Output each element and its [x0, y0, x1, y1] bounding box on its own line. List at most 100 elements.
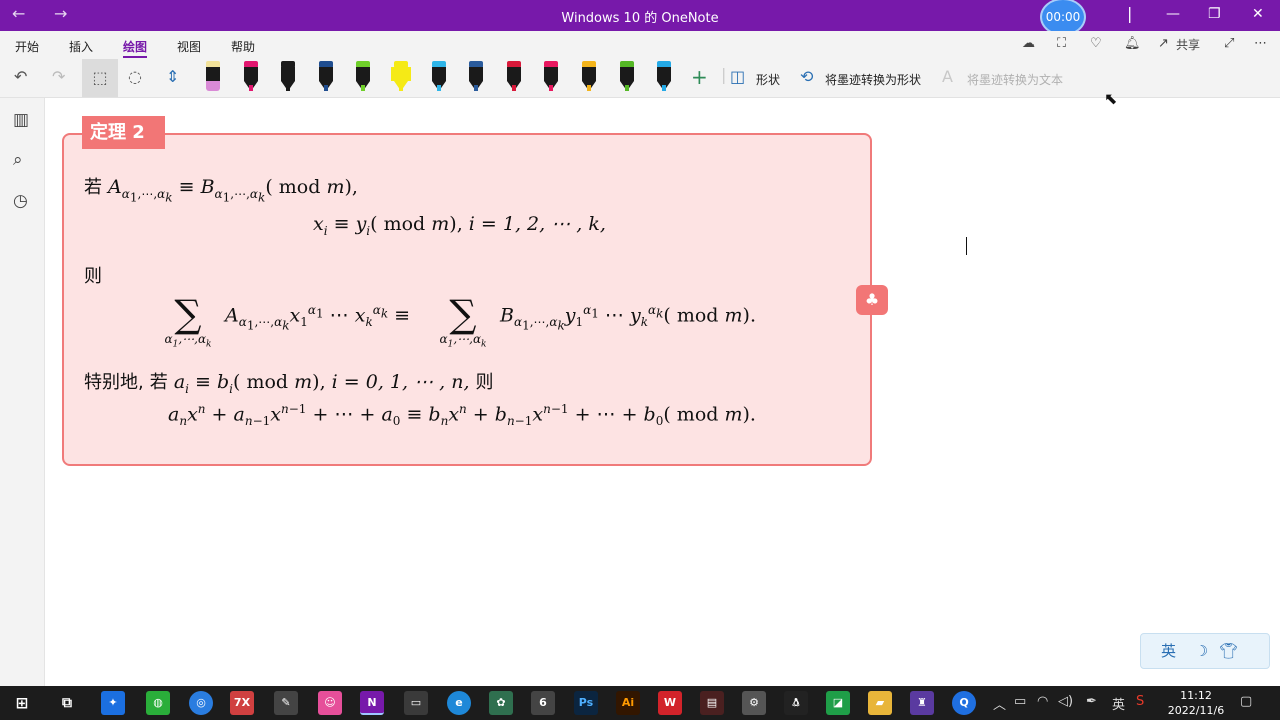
lasso-icon[interactable]: ◌: [128, 67, 142, 86]
notebooks-icon[interactable]: ▥: [13, 110, 29, 130]
pen-13-icon[interactable]: [656, 61, 672, 93]
sum-right: ∑ α1,⋯,αk: [439, 292, 487, 350]
left-sidebar: ▥ ⌕ ◷: [0, 98, 45, 686]
share-icon[interactable]: ↗: [1158, 36, 1169, 51]
app-qq-icon[interactable]: 🐧︎: [784, 691, 808, 715]
tab-view[interactable]: 视图: [177, 38, 201, 55]
redo-icon[interactable]: ↷: [52, 67, 65, 86]
app-game-icon[interactable]: ♜: [910, 691, 934, 715]
pen-body: [356, 67, 371, 81]
app-paint-icon[interactable]: ✎: [274, 691, 298, 715]
tray-pen-icon[interactable]: ✒: [1086, 694, 1097, 709]
tray-language[interactable]: 英: [1112, 694, 1125, 713]
pen-5-icon[interactable]: [355, 61, 371, 93]
pen-body: [243, 67, 258, 81]
tab-home[interactable]: 开始: [15, 38, 39, 55]
task-view-icon[interactable]: ⧉: [55, 691, 79, 715]
app-monitor-icon[interactable]: ▭: [404, 691, 428, 715]
clock[interactable]: 11:12 2022/11/6: [1166, 688, 1226, 718]
app-feishu-icon[interactable]: ✦: [101, 691, 125, 715]
pen-point: [361, 85, 366, 91]
tray-volume-icon[interactable]: ◁): [1058, 694, 1073, 709]
app-folder-icon[interactable]: ▰: [868, 691, 892, 715]
pen-4-icon[interactable]: [318, 61, 334, 93]
pen-body: [657, 67, 672, 81]
app-sheets-icon[interactable]: ◪: [826, 691, 850, 715]
share-button[interactable]: 共享: [1176, 36, 1200, 53]
pen-body: [318, 67, 333, 81]
app-six-icon[interactable]: 6: [531, 691, 555, 715]
ime-language[interactable]: 英: [1161, 642, 1176, 660]
app-onenote-icon[interactable]: N: [360, 691, 384, 715]
then-word: 则: [84, 266, 102, 287]
expand-icon[interactable]: ⤢: [1224, 36, 1234, 51]
shapes-icon[interactable]: ◫: [730, 67, 745, 86]
math-line-2: xi ≡ yi( mod m), i = 1, 2, ⋯ , k,: [313, 213, 606, 238]
windows-start-icon[interactable]: ⊞: [10, 691, 34, 715]
pen-8-icon[interactable]: [468, 61, 484, 93]
pen-11-icon[interactable]: [581, 61, 597, 93]
tray-expand-icon[interactable]: ︿: [993, 694, 1006, 713]
math-line-polynomial: anxn + an−1xn−1 + ⋯ + a0 ≡ bnxn + bn−1xn…: [168, 402, 756, 429]
tray-wifi-icon[interactable]: ◠: [1037, 694, 1048, 709]
pen-2-icon[interactable]: [243, 61, 259, 93]
pen-12-icon[interactable]: [619, 61, 635, 93]
title-bar: ← → Windows 10 的 OneNote 00:00 | — ❐ ✕: [0, 0, 1280, 36]
tab-insert[interactable]: 插入: [69, 38, 93, 55]
app-meitu-icon[interactable]: ☺: [318, 691, 342, 715]
pen-body: [506, 67, 521, 81]
recent-icon[interactable]: ◷: [13, 191, 28, 211]
search-icon[interactable]: ⌕: [13, 150, 23, 170]
pen-3-icon[interactable]: [280, 61, 296, 93]
insert-space-icon[interactable]: ⇕: [166, 67, 179, 86]
mouse-pointer-icon: ⬉: [1104, 89, 1118, 108]
app-flower-icon[interactable]: ✿: [489, 691, 513, 715]
pen-point: [436, 85, 441, 91]
pen-6-icon[interactable]: [391, 61, 411, 93]
app-7x-icon[interactable]: 7X: [230, 691, 254, 715]
more-icon[interactable]: ⋯: [1254, 36, 1267, 51]
app-settings-icon[interactable]: ⚙: [742, 691, 766, 715]
toolbar-divider: |: [721, 65, 727, 84]
app-wechat-icon[interactable]: ◍: [146, 691, 170, 715]
lasso-select-icon[interactable]: ⬚: [82, 59, 118, 97]
ink-to-shape-icon[interactable]: ⟲: [800, 67, 813, 86]
pen-point: [587, 85, 591, 91]
index-range-2: i = 0, 1, ⋯ , n,: [331, 371, 470, 393]
notification-icon[interactable]: ▢: [1240, 694, 1252, 709]
app-photoshop-icon[interactable]: Ps: [574, 691, 598, 715]
fullscreen-icon[interactable]: ⛶: [1057, 36, 1066, 51]
shapes-button[interactable]: 形状: [756, 71, 780, 88]
app-illustrator-icon[interactable]: Ai: [616, 691, 640, 715]
add-pen-icon[interactable]: +: [691, 65, 708, 89]
undo-icon[interactable]: ↶: [14, 67, 27, 86]
pen-7-icon[interactable]: [431, 61, 447, 93]
app-video-icon[interactable]: ▤: [700, 691, 724, 715]
pen-body: [469, 67, 484, 81]
app-wps-icon[interactable]: W: [658, 691, 682, 715]
tab-help[interactable]: 帮助: [231, 38, 255, 55]
bell-icon[interactable]: 🔔︎: [1124, 36, 1141, 51]
minimize-icon[interactable]: —: [1166, 6, 1180, 22]
clover-icon[interactable]: ♣: [856, 285, 888, 315]
tray-sogou-icon[interactable]: S: [1136, 694, 1144, 709]
pen-9-icon[interactable]: [506, 61, 522, 93]
pen-body: [281, 67, 296, 81]
app-edge-icon[interactable]: e: [447, 691, 471, 715]
app-browser-icon[interactable]: ◎: [189, 691, 213, 715]
sync-icon[interactable]: ☁: [1022, 36, 1035, 51]
restore-icon[interactable]: ❐: [1208, 6, 1221, 22]
ink-to-shape-button[interactable]: 将墨迹转换为形状: [825, 71, 921, 88]
ime-toolbar[interactable]: 英 ☽ 👕︎: [1140, 633, 1270, 669]
close-icon[interactable]: ✕: [1252, 6, 1264, 22]
ime-moon-icon[interactable]: ☽: [1195, 642, 1208, 660]
pen-1-icon[interactable]: [205, 61, 221, 93]
tab-draw[interactable]: 绘图: [123, 38, 148, 58]
pen-point: [511, 85, 516, 91]
pen-10-icon[interactable]: [543, 61, 559, 93]
lightbulb-icon[interactable]: ♡: [1090, 36, 1102, 51]
ime-skin-icon[interactable]: 👕︎: [1219, 642, 1238, 660]
app-search-tool-icon[interactable]: Q: [952, 691, 976, 715]
pen-point: [662, 85, 667, 91]
tray-battery-icon[interactable]: ▭: [1014, 694, 1026, 709]
